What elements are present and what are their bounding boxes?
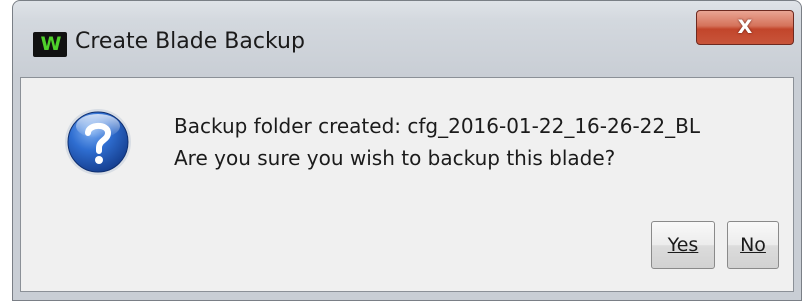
no-button[interactable]: No (727, 221, 779, 269)
window-title: Create Blade Backup (75, 29, 305, 54)
app-logo-icon: W (33, 32, 67, 57)
question-icon (65, 109, 131, 175)
message-line-2: Are you sure you wish to backup this bla… (174, 146, 616, 170)
close-button[interactable]: X (696, 10, 794, 45)
title-bar[interactable]: W Create Blade Backup X (13, 1, 801, 77)
yes-button[interactable]: Yes (651, 221, 715, 269)
dialog-message: Backup folder created: cfg_2016-01-22_16… (174, 110, 700, 174)
dialog-window: W Create Blade Backup X Backup folder cr… (12, 0, 802, 301)
message-line-1: Backup folder created: cfg_2016-01-22_16… (174, 114, 700, 138)
dialog-body: Backup folder created: cfg_2016-01-22_16… (20, 77, 794, 292)
